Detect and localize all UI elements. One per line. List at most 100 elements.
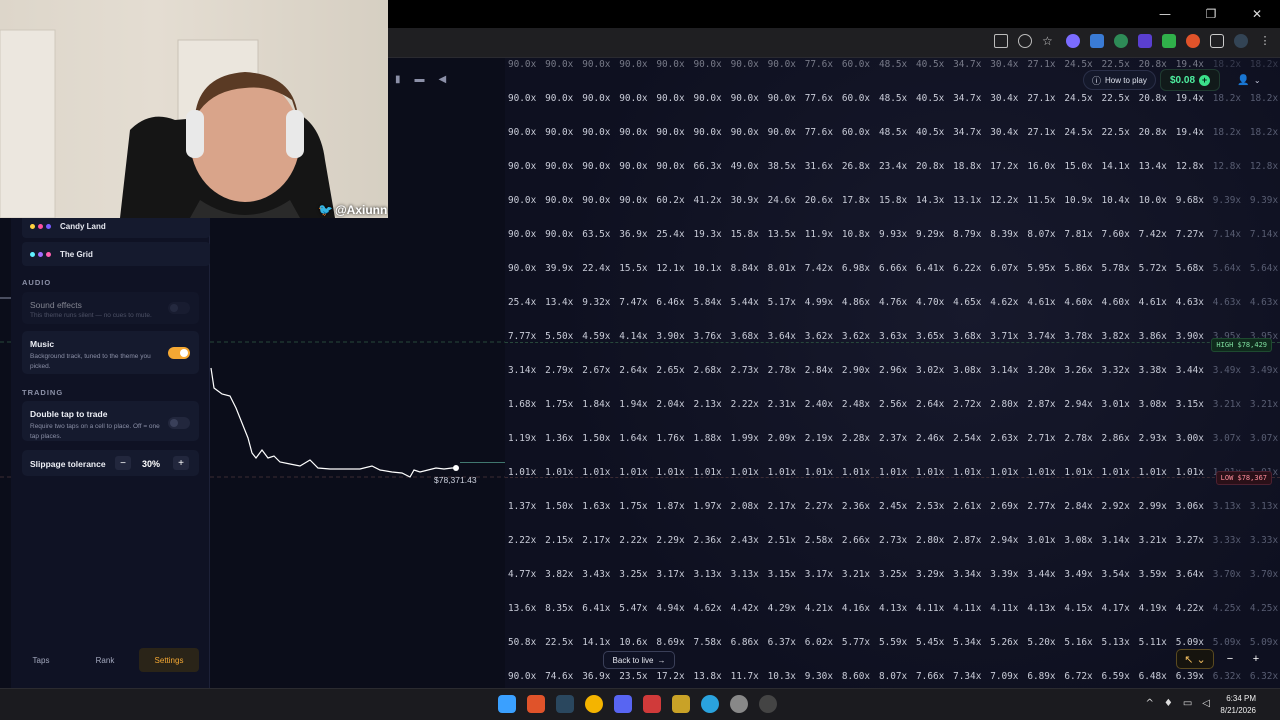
grid-cell[interactable]: 3.14x: [1099, 535, 1136, 549]
grid-cell[interactable]: 24.5x: [1061, 93, 1098, 107]
grid-cell[interactable]: 6.22x: [950, 263, 987, 277]
grid-cell[interactable]: 5.68x: [1173, 263, 1210, 277]
grid-cell[interactable]: 90.0x: [690, 93, 727, 107]
grid-cell[interactable]: 6.59x: [1099, 671, 1136, 685]
grid-cell[interactable]: 1.01x: [1099, 467, 1136, 481]
grid-cell[interactable]: 1.01x: [690, 467, 727, 481]
grid-cell[interactable]: 90.0x: [542, 195, 579, 209]
grid-cell[interactable]: 2.53x: [913, 501, 950, 515]
grid-cell[interactable]: 4.15x: [1061, 603, 1098, 617]
grid-cell[interactable]: 2.31x: [765, 399, 802, 413]
grid-cell[interactable]: 60.2x: [653, 195, 690, 209]
zoom-in-button[interactable]: +: [1246, 649, 1266, 669]
grid-cell[interactable]: 3.06x: [1173, 501, 1210, 515]
grid-cell[interactable]: 1.50x: [579, 433, 616, 447]
grid-cell[interactable]: 3.33x: [1210, 535, 1247, 549]
grid-cell[interactable]: 2.22x: [616, 535, 653, 549]
extension-icon[interactable]: [1066, 34, 1080, 48]
grid-cell[interactable]: 74.6x: [542, 671, 579, 685]
grid-cell[interactable]: 3.21x: [1136, 535, 1173, 549]
grid-cell[interactable]: 1.01x: [765, 467, 802, 481]
grid-cell[interactable]: 3.34x: [950, 569, 987, 583]
grid-cell[interactable]: 48.5x: [876, 59, 913, 73]
grid-cell[interactable]: 3.33x: [1247, 535, 1280, 549]
grid-cell[interactable]: 3.21x: [1247, 399, 1280, 413]
grid-cell[interactable]: 1.01x: [1136, 467, 1173, 481]
grid-cell[interactable]: 24.6x: [765, 195, 802, 209]
grid-cell[interactable]: 3.70x: [1210, 569, 1247, 583]
grid-cell[interactable]: 6.37x: [765, 637, 802, 651]
grid-cell[interactable]: 2.37x: [876, 433, 913, 447]
menu-icon[interactable]: ⋮: [1258, 34, 1272, 48]
grid-cell[interactable]: 3.27x: [1173, 535, 1210, 549]
grid-cell[interactable]: 2.13x: [690, 399, 727, 413]
grid-cell[interactable]: 90.0x: [765, 59, 802, 73]
grid-cell[interactable]: 39.9x: [542, 263, 579, 277]
grid-cell[interactable]: 48.5x: [876, 93, 913, 107]
grid-cell[interactable]: 4.25x: [1210, 603, 1247, 617]
grid-cell[interactable]: 4.77x: [505, 569, 542, 583]
grid-cell[interactable]: 6.32x: [1247, 671, 1280, 685]
grid-cell[interactable]: 90.0x: [505, 59, 542, 73]
grid-cell[interactable]: 2.92x: [1099, 501, 1136, 515]
grid-cell[interactable]: 1.01x: [950, 467, 987, 481]
grid-cell[interactable]: 9.39x: [1210, 195, 1247, 209]
grid-cell[interactable]: 1.01x: [987, 467, 1024, 481]
close-button[interactable]: ✕: [1234, 0, 1280, 28]
grid-cell[interactable]: 3.49x: [1210, 365, 1247, 379]
grid-cell[interactable]: 4.62x: [987, 297, 1024, 311]
grid-cell[interactable]: 90.0x: [505, 671, 542, 685]
grid-cell[interactable]: 5.11x: [1136, 637, 1173, 651]
grid-cell[interactable]: 1.01x: [653, 467, 690, 481]
grid-cell[interactable]: 3.39x: [987, 569, 1024, 583]
grid-cell[interactable]: 4.29x: [765, 603, 802, 617]
settings-icon[interactable]: [730, 695, 748, 713]
grid-cell[interactable]: 90.0x: [765, 127, 802, 141]
grid-cell[interactable]: 4.11x: [950, 603, 987, 617]
grid-cell[interactable]: 12.1x: [653, 263, 690, 277]
grid-cell[interactable]: 2.58x: [802, 535, 839, 549]
grid-cell[interactable]: 3.49x: [1247, 365, 1280, 379]
grid-cell[interactable]: 2.46x: [913, 433, 950, 447]
grid-cell[interactable]: 2.27x: [802, 501, 839, 515]
grid-cell[interactable]: 3.17x: [802, 569, 839, 583]
grid-cell[interactable]: 3.82x: [542, 569, 579, 583]
grid-cell[interactable]: 9.32x: [579, 297, 616, 311]
grid-cell[interactable]: 77.6x: [802, 93, 839, 107]
grid-cell[interactable]: 4.25x: [1247, 603, 1280, 617]
profile-icon[interactable]: [1234, 34, 1248, 48]
grid-cell[interactable]: 5.59x: [876, 637, 913, 651]
grid-cell[interactable]: 15.0x: [1061, 161, 1098, 175]
profile-menu[interactable]: 👤 ⌄: [1230, 70, 1268, 90]
grid-cell[interactable]: 10.0x: [1136, 195, 1173, 209]
grid-cell[interactable]: 7.14x: [1210, 229, 1247, 243]
grid-cell[interactable]: 7.60x: [1099, 229, 1136, 243]
grid-cell[interactable]: 22.5x: [1099, 93, 1136, 107]
grid-cell[interactable]: 34.7x: [950, 59, 987, 73]
grid-cell[interactable]: 4.63x: [1247, 297, 1280, 311]
grid-cell[interactable]: 6.48x: [1136, 671, 1173, 685]
grid-cell[interactable]: 14.1x: [1099, 161, 1136, 175]
grid-cell[interactable]: 3.43x: [579, 569, 616, 583]
grid-cell[interactable]: 1.01x: [505, 467, 542, 481]
grid-cell[interactable]: 2.64x: [913, 399, 950, 413]
grid-cell[interactable]: 3.14x: [505, 365, 542, 379]
grid-cell[interactable]: 7.14x: [1247, 229, 1280, 243]
grid-cell[interactable]: 5.72x: [1136, 263, 1173, 277]
grid-cell[interactable]: 3.13x: [690, 569, 727, 583]
grid-cell[interactable]: 10.3x: [765, 671, 802, 685]
grid-cell[interactable]: 90.0x: [765, 93, 802, 107]
grid-cell[interactable]: 90.0x: [579, 161, 616, 175]
grid-cell[interactable]: 10.4x: [1099, 195, 1136, 209]
grid-cell[interactable]: 3.13x: [1210, 501, 1247, 515]
grid-cell[interactable]: 4.62x: [690, 603, 727, 617]
grid-cell[interactable]: 2.78x: [1061, 433, 1098, 447]
grid-cell[interactable]: 13.8x: [690, 671, 727, 685]
grid-cell[interactable]: 66.3x: [690, 161, 727, 175]
grid-cell[interactable]: 4.13x: [876, 603, 913, 617]
grid-cell[interactable]: 13.4x: [542, 297, 579, 311]
grid-cell[interactable]: 1.01x: [542, 467, 579, 481]
grid-cell[interactable]: 5.86x: [1061, 263, 1098, 277]
discord-icon[interactable]: [614, 695, 632, 713]
grid-cell[interactable]: 48.5x: [876, 127, 913, 141]
